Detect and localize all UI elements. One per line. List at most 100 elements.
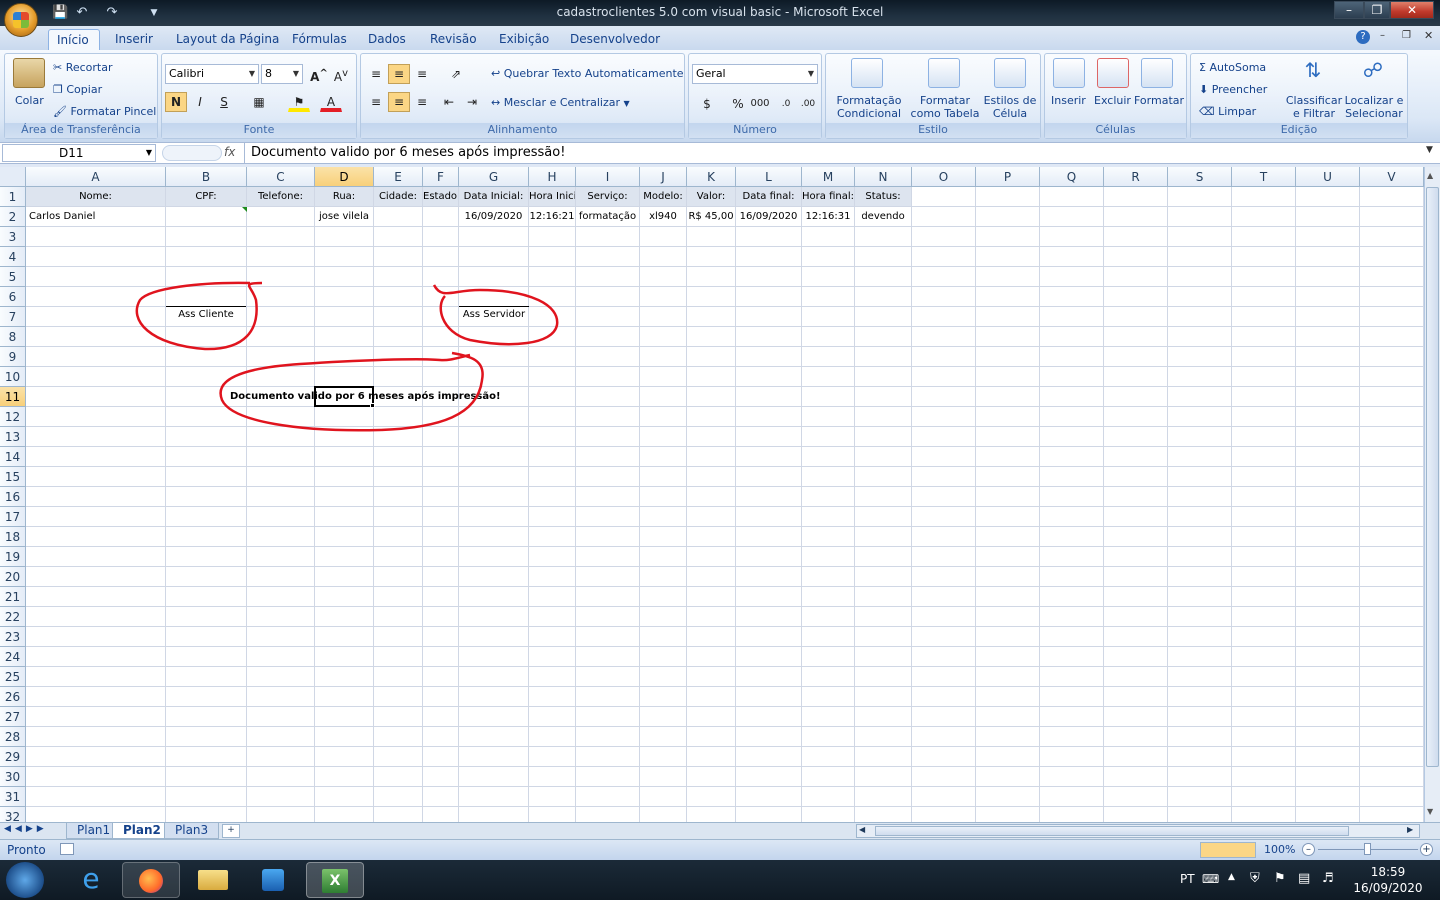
data-cell[interactable] xyxy=(423,207,458,227)
insert-cells-label[interactable]: Inserir xyxy=(1051,94,1086,107)
column-header-r[interactable]: R xyxy=(1104,167,1168,187)
shrink-font-button[interactable]: Av xyxy=(330,64,352,84)
header-cell[interactable]: Cidade: xyxy=(374,187,422,206)
data-cell[interactable]: Carlos Daniel xyxy=(26,207,165,227)
row-header-7[interactable]: 7 xyxy=(0,307,26,327)
row-header-16[interactable]: 16 xyxy=(0,487,26,507)
data-cell[interactable]: jose vilela xyxy=(315,207,373,227)
row-header-17[interactable]: 17 xyxy=(0,507,26,527)
signature-label-server[interactable]: Ass Servidor xyxy=(459,305,529,325)
row-header-32[interactable]: 32 xyxy=(0,807,26,822)
decrease-indent-icon[interactable]: ⇤ xyxy=(438,92,460,112)
data-cell[interactable]: 12:16:31 xyxy=(802,207,854,227)
header-cell[interactable]: Hora Inicia xyxy=(529,187,575,206)
volume-icon[interactable]: ♬ xyxy=(1322,871,1334,886)
tab-revisao[interactable]: Revisão xyxy=(422,29,485,50)
align-center-icon[interactable]: ≡ xyxy=(388,92,410,112)
expand-formula-icon[interactable]: ▼ xyxy=(1426,145,1433,155)
undo-icon[interactable]: ↶ xyxy=(74,5,90,21)
media-player-icon[interactable] xyxy=(244,862,302,898)
scroll-thumb[interactable] xyxy=(1426,187,1439,767)
conditional-format-icon[interactable] xyxy=(851,58,883,88)
start-button[interactable] xyxy=(6,862,44,898)
sort-filter-icon[interactable]: ⇅ xyxy=(1297,58,1329,88)
fx-icon[interactable]: fx xyxy=(224,145,235,159)
copy-button[interactable]: ❐ Copiar xyxy=(53,83,102,96)
cell-styles-button[interactable]: Estilos de Célula xyxy=(982,94,1038,120)
fill-handle[interactable] xyxy=(370,403,375,408)
column-header-j[interactable]: J xyxy=(640,167,687,187)
row-header-22[interactable]: 22 xyxy=(0,607,26,627)
column-header-n[interactable]: N xyxy=(855,167,912,187)
data-cell[interactable] xyxy=(374,207,422,227)
internet-explorer-icon[interactable]: e xyxy=(62,862,120,898)
increase-indent-icon[interactable]: ⇥ xyxy=(461,92,483,112)
row-header-18[interactable]: 18 xyxy=(0,527,26,547)
row-header-24[interactable]: 24 xyxy=(0,647,26,667)
percent-button[interactable]: % xyxy=(727,94,749,114)
data-cell[interactable]: R$ 45,00 xyxy=(687,207,735,227)
workbook-close-icon[interactable]: ✕ xyxy=(1424,29,1433,42)
column-header-f[interactable]: F xyxy=(423,167,459,187)
column-header-g[interactable]: G xyxy=(459,167,529,187)
action-center-icon[interactable]: ⚑ xyxy=(1274,871,1286,886)
column-header-b[interactable]: B xyxy=(166,167,247,187)
fill-color-icon[interactable]: ⚑ xyxy=(288,92,310,112)
row-header-12[interactable]: 12 xyxy=(0,407,26,427)
row-header-9[interactable]: 9 xyxy=(0,347,26,367)
increase-decimal-icon[interactable]: .0 xyxy=(775,94,797,114)
cut-button[interactable]: ✂ Recortar xyxy=(53,61,113,74)
column-header-e[interactable]: E xyxy=(374,167,423,187)
scroll-right-icon[interactable]: ▶ xyxy=(1407,825,1413,834)
find-select-button[interactable]: Localizar e Selecionar xyxy=(1343,94,1405,120)
header-cell[interactable]: Nome: xyxy=(26,187,165,206)
name-box[interactable]: D11 ▼ xyxy=(2,144,156,162)
column-header-u[interactable]: U xyxy=(1296,167,1360,187)
row-header-5[interactable]: 5 xyxy=(0,267,26,287)
security-shield-icon[interactable]: ⛨ xyxy=(1250,871,1260,886)
column-header-p[interactable]: P xyxy=(976,167,1040,187)
delete-cells-icon[interactable] xyxy=(1097,58,1129,88)
column-header-h[interactable]: H xyxy=(529,167,576,187)
row-header-2[interactable]: 2 xyxy=(0,207,26,227)
row-header-27[interactable]: 27 xyxy=(0,707,26,727)
sheet-nav-icon[interactable]: ◀◀▶▶ xyxy=(4,824,48,834)
cell-styles-icon[interactable] xyxy=(994,58,1026,88)
scroll-left-icon[interactable]: ◀ xyxy=(859,825,865,834)
italic-button[interactable]: I xyxy=(189,92,211,112)
row-header-29[interactable]: 29 xyxy=(0,747,26,767)
keyboard-icon[interactable]: ⌨ xyxy=(1202,872,1219,886)
tray-expand-icon[interactable]: ▲ xyxy=(1228,872,1235,882)
tab-exibicao[interactable]: Exibição xyxy=(491,29,557,50)
row-header-26[interactable]: 26 xyxy=(0,687,26,707)
file-explorer-icon[interactable] xyxy=(184,862,242,898)
orientation-icon[interactable]: ⇗ xyxy=(441,64,471,84)
row-header-15[interactable]: 15 xyxy=(0,467,26,487)
align-top-icon[interactable]: ≡ xyxy=(365,64,387,84)
column-header-l[interactable]: L xyxy=(736,167,802,187)
format-table-icon[interactable] xyxy=(928,58,960,88)
hscroll-thumb[interactable] xyxy=(875,826,1349,836)
tab-layout[interactable]: Layout da Página xyxy=(168,29,287,50)
data-cell[interactable] xyxy=(247,207,314,227)
underline-button[interactable]: S xyxy=(213,92,235,112)
merge-center-button[interactable]: ↔ Mesclar e Centralizar ▼ xyxy=(491,96,630,109)
thousands-button[interactable]: 000 xyxy=(749,94,771,114)
data-cell[interactable]: 16/09/2020 xyxy=(459,207,528,227)
active-cell-selection[interactable] xyxy=(314,386,374,407)
row-header-6[interactable]: 6 xyxy=(0,287,26,307)
office-button[interactable] xyxy=(4,3,38,37)
zoom-in-icon[interactable]: + xyxy=(1420,843,1433,856)
insert-sheet-icon[interactable]: + xyxy=(222,824,240,838)
tab-desenvolvedor[interactable]: Desenvolvedor xyxy=(562,29,668,50)
close-button[interactable]: ✕ xyxy=(1390,1,1434,19)
column-header-q[interactable]: Q xyxy=(1040,167,1104,187)
row-header-1[interactable]: 1 xyxy=(0,187,26,207)
sheet-tab-plan3[interactable]: Plan3 xyxy=(164,823,220,839)
system-clock[interactable]: 18:59 16/09/2020 xyxy=(1350,864,1426,896)
paste-label[interactable]: Colar xyxy=(15,94,44,107)
grow-font-button[interactable]: A^ xyxy=(308,64,330,84)
scroll-down-icon[interactable]: ▼ xyxy=(1427,807,1433,816)
row-header-31[interactable]: 31 xyxy=(0,787,26,807)
font-size-combo[interactable]: 8 ▼ xyxy=(261,64,303,84)
